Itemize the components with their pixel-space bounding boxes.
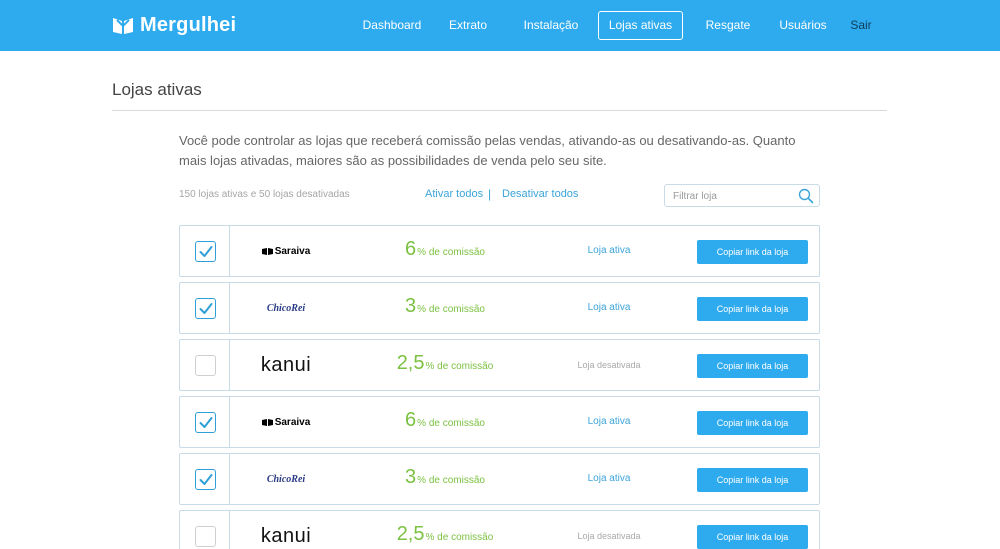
store-checkbox[interactable]: [195, 412, 216, 433]
commission-suffix: % de comissão: [425, 361, 494, 372]
brand-name: Mergulhei: [140, 13, 237, 36]
commission-value: 3: [405, 466, 417, 488]
commission-value: 6: [405, 238, 417, 260]
store-status: Loja ativa: [587, 245, 631, 256]
store-row: ChicoRei 3% de comissão Loja ativa Copiar l…: [179, 282, 820, 334]
store-logo: kanui: [236, 511, 336, 549]
store-status: Loja ativa: [587, 473, 631, 484]
commission: 2,5% de comissão: [350, 511, 540, 549]
nav-extrato[interactable]: Extrato: [446, 11, 490, 40]
commission-suffix: % de comissão: [425, 532, 494, 543]
copy-link-button[interactable]: Copiar link da loja: [697, 354, 808, 378]
kanui-logo: kanui: [260, 524, 312, 547]
store-status: Loja ativa: [587, 302, 631, 313]
commission-suffix: % de comissão: [417, 418, 485, 429]
check-icon: [199, 246, 213, 257]
store-checkbox[interactable]: [195, 298, 216, 319]
check-icon: [199, 474, 213, 485]
logo-text: Saraiva: [274, 416, 311, 428]
checkbox-cell: [180, 454, 230, 504]
store-logo: ChicoRei: [236, 283, 336, 333]
commission-suffix: % de comissão: [417, 304, 485, 315]
store-row: Saraiva 6% de comissão Loja ativa Copiar li…: [179, 396, 820, 448]
deactivate-all-link[interactable]: Desativar todos: [502, 188, 578, 200]
check-icon: [199, 303, 213, 314]
checkbox-cell: [180, 283, 230, 333]
nav-sair[interactable]: Sair: [848, 11, 874, 40]
copy-link-button[interactable]: Copiar link da loja: [697, 411, 808, 435]
commission: 2,5% de comissão: [350, 340, 540, 390]
saraiva-mark-icon: [261, 418, 273, 426]
store-row: kanui 2,5% de comissão Loja desativada Copi…: [179, 510, 820, 549]
nav-dashboard[interactable]: Dashboard: [360, 11, 424, 40]
link-separator: |: [488, 187, 492, 201]
store-logo: ChicoRei: [236, 454, 336, 504]
store-checkbox[interactable]: [195, 241, 216, 262]
store-logo: Saraiva: [236, 397, 336, 447]
copy-link-button[interactable]: Copiar link da loja: [697, 525, 808, 549]
nav-resgate[interactable]: Resgate: [705, 11, 751, 40]
copy-link-button[interactable]: Copiar link da loja: [697, 240, 808, 264]
copy-link-button[interactable]: Copiar link da loja: [697, 297, 808, 321]
checkbox-cell: [180, 226, 230, 276]
store-checkbox[interactable]: [195, 469, 216, 490]
nav-instalacao[interactable]: Instalação: [521, 11, 581, 40]
commission-value: 2,5: [396, 523, 425, 545]
checkbox-cell: [180, 397, 230, 447]
kanui-logo: kanui: [260, 353, 312, 376]
saraiva-mark-icon: [261, 247, 273, 255]
commission-suffix: % de comissão: [417, 475, 485, 486]
chicorei-logo: ChicoRei: [266, 302, 306, 314]
store-row: ChicoRei 3% de comissão Loja ativa Copiar l…: [179, 453, 820, 505]
store-status: Loja desativada: [577, 531, 641, 541]
store-status: Loja desativada: [577, 360, 641, 370]
intro-text: Você pode controlar as lojas que receber…: [179, 133, 796, 168]
commission: 3% de comissão: [350, 454, 540, 504]
top-navbar: Mergulhei Dashboard Extrato Instalação L…: [0, 0, 1000, 51]
saraiva-logo: Saraiva: [261, 416, 311, 428]
chicorei-logo: ChicoRei: [266, 473, 306, 485]
commission-value: 6: [405, 409, 417, 431]
activate-all-link[interactable]: Ativar todos: [425, 188, 483, 200]
saraiva-logo: Saraiva: [261, 245, 311, 257]
store-status: Loja ativa: [587, 416, 631, 427]
checkbox-cell: [180, 511, 230, 549]
commission: 3% de comissão: [350, 283, 540, 333]
store-logo: kanui: [236, 340, 336, 390]
nav-lojas-ativas[interactable]: Lojas ativas: [598, 11, 683, 40]
store-row: kanui 2,5% de comissão Loja desativada Copi…: [179, 339, 820, 391]
brand[interactable]: Mergulhei: [112, 11, 236, 39]
commission-value: 3: [405, 295, 417, 317]
nav-usuarios[interactable]: Usuários: [776, 11, 830, 40]
page-title: Lojas ativas: [112, 80, 202, 99]
store-row: Saraiva 6% de comissão Loja ativa Copiar li…: [179, 225, 820, 277]
copy-link-button[interactable]: Copiar link da loja: [697, 468, 808, 492]
store-counts: 150 lojas ativas e 50 lojas desativadas: [179, 189, 350, 200]
logo-text: Saraiva: [274, 245, 311, 257]
commission-value: 2,5: [396, 352, 425, 374]
title-divider: [112, 110, 887, 111]
commission: 6% de comissão: [350, 397, 540, 447]
commission-suffix: % de comissão: [417, 247, 485, 258]
checkbox-cell: [180, 340, 230, 390]
store-checkbox[interactable]: [195, 355, 216, 376]
commission: 6% de comissão: [350, 226, 540, 276]
filter-box: [664, 184, 820, 207]
search-icon[interactable]: [798, 188, 814, 204]
book-logo-icon: [113, 18, 133, 34]
store-checkbox[interactable]: [195, 526, 216, 547]
store-logo: Saraiva: [236, 226, 336, 276]
filter-store-input[interactable]: [673, 188, 791, 204]
check-icon: [199, 417, 213, 428]
